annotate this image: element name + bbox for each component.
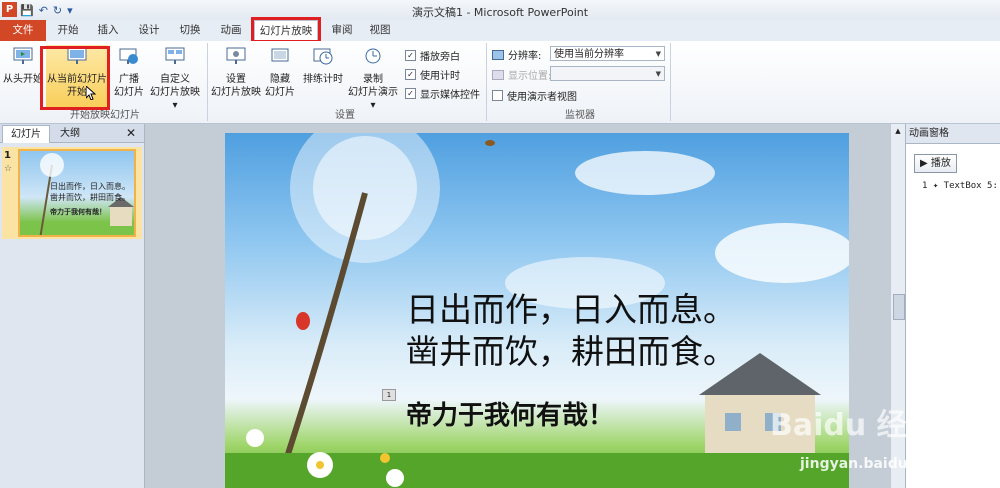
slide-number: 1 bbox=[4, 150, 11, 161]
hide-label-2: 幻灯片 bbox=[265, 87, 295, 98]
tab-slideshow[interactable]: 幻灯片放映 bbox=[254, 20, 318, 42]
broadcast-button[interactable]: 广播 幻灯片 bbox=[112, 45, 146, 99]
monitor-icon bbox=[492, 49, 504, 60]
group-separator bbox=[207, 43, 208, 121]
show-media-label: 显示媒体控件 bbox=[420, 90, 480, 101]
play-narration-checkbox[interactable]: ✓ 播放旁白 bbox=[405, 48, 460, 63]
slideshow-start-icon bbox=[13, 47, 33, 64]
animation-list-item[interactable]: 1 ✦ TextBox 5:... bbox=[922, 181, 1000, 191]
tab-home[interactable]: 开始 bbox=[50, 20, 86, 41]
hide-slide-icon bbox=[271, 48, 289, 62]
rehearse-label: 排练计时 bbox=[303, 74, 343, 85]
clock-icon bbox=[313, 48, 333, 65]
display-on-label: 显示位置: bbox=[508, 71, 552, 82]
checkbox-checked-icon: ✓ bbox=[405, 88, 416, 99]
checkbox-checked-icon: ✓ bbox=[405, 69, 416, 80]
animation-star-icon: ☆ bbox=[4, 164, 13, 174]
scroll-up-icon[interactable]: ▲ bbox=[893, 126, 903, 136]
current-slide[interactable]: 日出而作，日入而息。 凿井而饮，耕田而食。 帝力于我何有哉！ bbox=[225, 133, 849, 488]
from-beginning-label: 从头开始 bbox=[3, 74, 43, 85]
checkbox-unchecked-icon bbox=[492, 90, 503, 101]
resolution-label-row: 分辨率: bbox=[492, 47, 541, 62]
thumb-line-1: 日出而作，日入而息。 bbox=[50, 182, 130, 191]
group-separator bbox=[486, 43, 487, 121]
tab-slides[interactable]: 幻灯片 bbox=[2, 125, 50, 143]
slideshow-current-icon bbox=[67, 47, 87, 64]
tab-transitions[interactable]: 切换 bbox=[172, 20, 208, 41]
tab-animations[interactable]: 动画 bbox=[213, 20, 249, 41]
group-label-setup: 设置 bbox=[335, 110, 355, 121]
presenter-view-label: 使用演示者视图 bbox=[507, 92, 577, 103]
record-icon bbox=[365, 48, 381, 64]
thumb-line-2: 凿井而饮，耕田而食。 bbox=[50, 193, 130, 202]
thumb-line-3: 帝力于我何有哉！ bbox=[50, 208, 106, 216]
tab-file[interactable]: 文件 bbox=[0, 20, 46, 41]
broadcast-label-2: 幻灯片 bbox=[114, 87, 144, 98]
from-current-label-1: 从当前幻灯片 bbox=[47, 74, 107, 85]
title-bar: P 💾 ↶ ↻ ▾ 演示文稿1 - Microsoft PowerPoint bbox=[0, 0, 1000, 20]
custom-slideshow-button[interactable]: 自定义 幻灯片放映 ▾ bbox=[146, 45, 204, 112]
setup-slideshow-icon bbox=[226, 47, 246, 64]
mouse-cursor-icon bbox=[86, 86, 96, 100]
slide-thumbnail-1[interactable]: 日出而作，日入而息。 凿井而饮，耕田而食。 帝力于我何有哉！ bbox=[18, 149, 136, 237]
slide-text-line-2[interactable]: 凿井而饮，耕田而食。 bbox=[406, 325, 736, 373]
display-on-dropdown[interactable]: ▼ bbox=[550, 66, 665, 81]
tab-review[interactable]: 审阅 bbox=[326, 20, 358, 41]
group-label-monitors: 监视器 bbox=[565, 110, 595, 121]
setup-label-1: 设置 bbox=[226, 74, 246, 85]
broadcast-label-1: 广播 bbox=[119, 74, 139, 85]
slide-text-line-3[interactable]: 帝力于我何有哉！ bbox=[406, 395, 614, 432]
slides-pane-tabs: 幻灯片 大纲 ✕ bbox=[0, 124, 144, 143]
tab-design[interactable]: 设计 bbox=[131, 20, 167, 41]
close-icon[interactable]: ✕ bbox=[122, 125, 140, 142]
custom-slideshow-icon bbox=[165, 47, 185, 64]
play-button[interactable]: ▶ 播放 bbox=[914, 154, 957, 173]
resolution-value: 使用当前分辨率 bbox=[554, 49, 624, 60]
resolution-label: 分辨率: bbox=[508, 51, 542, 62]
tab-insert[interactable]: 插入 bbox=[90, 20, 126, 41]
ribbon-tabs: 文件 开始 插入 设计 切换 动画 幻灯片放映 审阅 视图 bbox=[0, 20, 1000, 42]
use-timings-label: 使用计时 bbox=[420, 71, 460, 82]
animation-pane-title: 动画窗格 bbox=[906, 124, 1000, 144]
scroll-thumb[interactable] bbox=[893, 294, 905, 320]
checkbox-checked-icon: ✓ bbox=[405, 50, 416, 61]
group-label-start: 开始放映幻灯片 bbox=[70, 110, 140, 121]
chevron-down-icon: ▼ bbox=[655, 50, 661, 58]
from-current-label-2: 开始 bbox=[67, 87, 87, 98]
custom-label-1: 自定义 bbox=[160, 74, 190, 85]
slides-pane: 幻灯片 大纲 ✕ 1 ☆ 日出而作，日入而息。 凿井而饮，耕田而食。 帝力于我何… bbox=[0, 124, 145, 488]
animation-tag[interactable]: 1 bbox=[382, 389, 396, 401]
rehearse-timings-button[interactable]: 排练计时 bbox=[300, 45, 346, 86]
monitor-icon bbox=[492, 69, 504, 80]
record-slideshow-button[interactable]: 录制 幻灯片演示 ▾ bbox=[344, 45, 402, 112]
group-separator bbox=[670, 43, 671, 121]
tab-outline[interactable]: 大纲 bbox=[50, 125, 90, 142]
ribbon: 从头开始 从当前幻灯片 开始 广播 幻灯片 自定义 幻灯片放映 ▾ 开始放映幻灯… bbox=[0, 41, 1000, 124]
baidu-watermark-brand: Baidu 经验 bbox=[770, 408, 937, 443]
slide-text-line-1[interactable]: 日出而作，日入而息。 bbox=[406, 283, 736, 331]
display-on-label-row: 显示位置: bbox=[492, 67, 551, 82]
from-current-slide-button[interactable]: 从当前幻灯片 开始 bbox=[46, 45, 108, 107]
chevron-down-icon: ▼ bbox=[655, 70, 661, 78]
baidu-watermark-url: jingyan.baidu.com bbox=[800, 456, 946, 472]
play-narration-label: 播放旁白 bbox=[420, 52, 460, 63]
broadcast-icon bbox=[119, 48, 138, 64]
setup-label-2: 幻灯片放映 bbox=[211, 87, 261, 98]
hide-label-1: 隐藏 bbox=[270, 74, 290, 85]
record-label-1: 录制 bbox=[363, 74, 383, 85]
setup-slideshow-button[interactable]: 设置 幻灯片放映 bbox=[210, 45, 262, 99]
hide-slide-button[interactable]: 隐藏 幻灯片 bbox=[264, 45, 296, 99]
window-title: 演示文稿1 - Microsoft PowerPoint bbox=[411, 6, 589, 19]
resolution-dropdown[interactable]: 使用当前分辨率 ▼ bbox=[550, 46, 665, 61]
from-beginning-button[interactable]: 从头开始 bbox=[2, 45, 44, 86]
use-timings-checkbox[interactable]: ✓ 使用计时 bbox=[405, 67, 460, 82]
tab-view[interactable]: 视图 bbox=[364, 20, 396, 41]
show-media-controls-checkbox[interactable]: ✓ 显示媒体控件 bbox=[405, 86, 480, 101]
presenter-view-checkbox[interactable]: 使用演示者视图 bbox=[492, 88, 577, 103]
